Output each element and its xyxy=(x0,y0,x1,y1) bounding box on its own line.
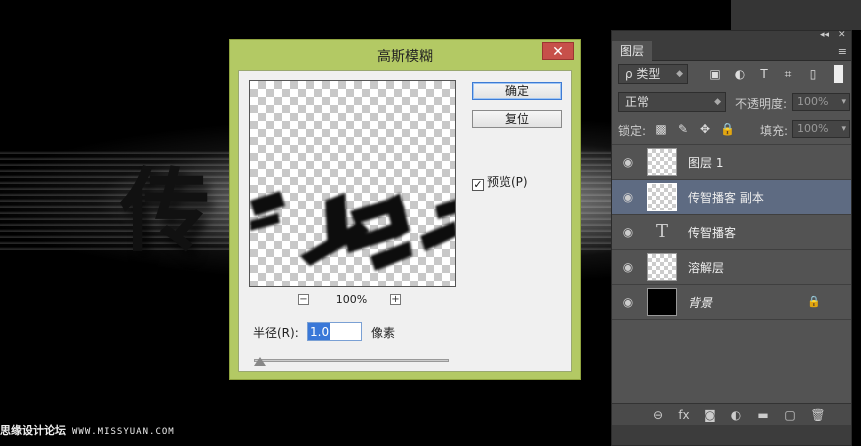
checkbox-box[interactable]: ✓ xyxy=(472,179,484,191)
panel-tabbar: 图层 ≡ xyxy=(612,41,851,61)
dialog-close-button[interactable]: ✕ xyxy=(542,42,574,60)
watermark-url: WWW.MISSYUAN.COM xyxy=(72,427,175,437)
layer-thumbnail[interactable] xyxy=(647,148,677,176)
visibility-eye-icon[interactable]: ◉ xyxy=(620,295,636,309)
blend-mode-select[interactable]: 正常 ◆ xyxy=(618,92,726,112)
layer-list: ◉ 图层 1 ◉ 传智播客 副本 ◉ T 传智播客 ◉ 溶解层 ◉ 背景 🔒 xyxy=(612,144,851,320)
layer-row[interactable]: ◉ 背景 🔒 xyxy=(612,285,851,320)
layer-thumbnail[interactable] xyxy=(647,288,677,316)
dialog-body: − 100% + 确定 复位 ✓预览(P) 半径(R): 像素 xyxy=(238,70,572,372)
gaussian-blur-dialog: 高斯模糊 ✕ − 100% + 确定 复位 ✓ 预览(P) 半径(R): 1.0… xyxy=(229,39,581,380)
layer-row[interactable]: ◉ 溶解层 xyxy=(612,250,851,285)
visibility-eye-icon[interactable]: ◉ xyxy=(620,225,636,239)
folder-icon[interactable]: ▬ xyxy=(755,407,771,423)
dialog-titlebar[interactable]: 高斯模糊 ✕ xyxy=(230,40,580,70)
layer-name[interactable]: 传智播客 xyxy=(688,224,736,241)
adjustment-filter-icon[interactable]: ◐ xyxy=(733,67,747,81)
lock-transparent-icon[interactable]: ▩ xyxy=(654,122,668,136)
fill-input[interactable]: 100% ▾ xyxy=(792,120,850,138)
layer-name[interactable]: 溶解层 xyxy=(688,259,724,276)
layer-name[interactable]: 背景 xyxy=(688,294,712,311)
opacity-label: 不透明度: xyxy=(735,97,788,111)
shape-filter-icon[interactable]: ⌗ xyxy=(781,67,795,81)
radius-input[interactable] xyxy=(307,322,362,341)
zoom-out-button[interactable]: − xyxy=(298,294,309,305)
panel-topbar: ◂◂ ✕ xyxy=(612,30,851,41)
layer-name[interactable]: 图层 1 xyxy=(688,154,723,171)
ok-button[interactable]: 确定 xyxy=(472,82,562,100)
layer-row[interactable]: ◉ 传智播客 副本 xyxy=(612,180,851,215)
opacity-input[interactable]: 100% ▾ xyxy=(792,93,850,111)
workspace-strip xyxy=(731,0,861,30)
filter-kind-select[interactable]: ρ 类型 ◆ xyxy=(618,64,688,84)
fill-label: 填充: xyxy=(760,124,789,138)
adjustment-icon[interactable]: ◐ xyxy=(728,407,744,423)
preview-checkbox[interactable]: ✓ 预览(P) xyxy=(472,173,528,191)
mask-icon[interactable]: ◙ xyxy=(702,407,718,423)
chevron-down-icon: ▾ xyxy=(841,124,846,134)
text-layer-icon[interactable]: T xyxy=(647,218,677,246)
type-filter-icon[interactable]: T xyxy=(757,67,771,81)
slider-thumb[interactable] xyxy=(253,357,266,366)
layer-row[interactable]: ◉ 图层 1 xyxy=(612,145,851,180)
filter-toggle-switch[interactable] xyxy=(833,64,844,84)
smart-object-filter-icon[interactable]: ▯ xyxy=(806,67,820,81)
zoom-controls: − 100% + xyxy=(249,293,456,309)
opacity-value: 100% xyxy=(797,95,829,108)
zoom-in-button[interactable]: + xyxy=(390,294,401,305)
close-panel-icon[interactable]: ✕ xyxy=(838,30,846,40)
filter-kind-label: ρ 类型 xyxy=(625,67,661,81)
reset-button[interactable]: 复位 xyxy=(472,110,562,128)
lock-label: 锁定: xyxy=(618,124,647,138)
canvas-text-glyph: 传 xyxy=(120,159,210,264)
lock-icon: 🔒 xyxy=(807,295,821,308)
radius-unit: 像素 xyxy=(371,326,396,340)
fill-value: 100% xyxy=(797,122,829,135)
radius-label: 半径(R): xyxy=(253,326,299,340)
watermark-text-cn: 思缘设计论坛 xyxy=(0,424,66,437)
dialog-title: 高斯模糊 xyxy=(377,49,433,65)
panel-bottom-bar xyxy=(612,425,851,445)
visibility-eye-icon[interactable]: ◉ xyxy=(620,260,636,274)
slider-track[interactable] xyxy=(254,359,449,362)
lock-all-icon[interactable]: 🔒 xyxy=(720,122,735,136)
watermark: 思缘设计论坛 WWW.MISSYUAN.COM xyxy=(0,422,260,442)
lock-move-icon[interactable]: ✥ xyxy=(698,122,712,136)
preview-blurred-text xyxy=(250,191,455,271)
trash-icon[interactable]: 🗑 xyxy=(810,407,826,423)
layers-panel: ◂◂ ✕ 图层 ≡ ρ 类型 ◆ ▣ ◐ T ⌗ ▯ 正常 ◆ 不透明度: 100% ▾ 锁定… xyxy=(611,30,852,446)
collapse-panel-icon[interactable]: ◂◂ xyxy=(820,30,829,40)
radius-slider[interactable] xyxy=(253,354,449,368)
blend-mode-label: 正常 xyxy=(625,95,650,109)
panel-menu-icon[interactable]: ≡ xyxy=(838,45,847,58)
chevron-down-icon: ◆ xyxy=(676,69,683,79)
visibility-eye-icon[interactable]: ◉ xyxy=(620,190,636,204)
image-filter-icon[interactable]: ▣ xyxy=(708,67,722,81)
layer-thumbnail[interactable] xyxy=(647,253,677,281)
preview-checkbox-label: 预览(P) xyxy=(487,175,528,189)
link-icon[interactable]: ⊖ xyxy=(650,407,666,423)
tab-layers[interactable]: 图层 xyxy=(612,41,652,61)
new-layer-icon[interactable]: ▢ xyxy=(782,407,798,423)
zoom-level: 100% xyxy=(335,293,368,306)
chevron-down-icon: ◆ xyxy=(714,97,721,107)
layer-row[interactable]: ◉ T 传智播客 xyxy=(612,215,851,250)
blur-preview[interactable] xyxy=(249,80,456,287)
fx-icon[interactable]: fx xyxy=(676,407,692,423)
visibility-eye-icon[interactable]: ◉ xyxy=(620,155,636,169)
lock-paint-icon[interactable]: ✎ xyxy=(676,122,690,136)
layer-name[interactable]: 传智播客 副本 xyxy=(688,189,764,206)
panel-footer: ⊖ fx ◙ ◐ ▬ ▢ 🗑 xyxy=(612,403,851,425)
layer-thumbnail[interactable] xyxy=(647,183,677,211)
chevron-down-icon: ▾ xyxy=(841,97,846,107)
